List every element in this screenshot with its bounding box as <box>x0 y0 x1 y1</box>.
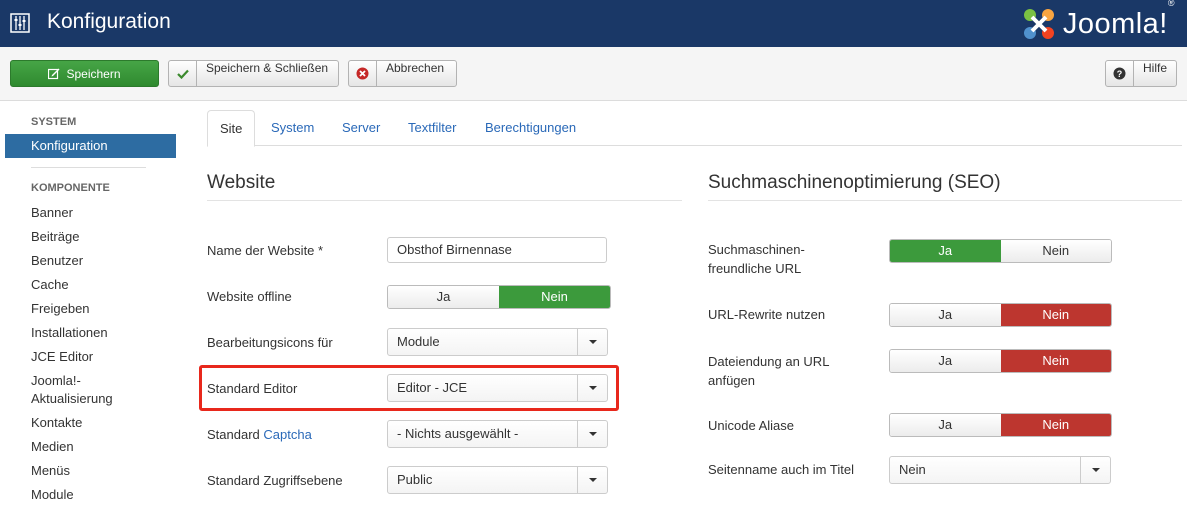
checkmark-icon <box>169 61 197 86</box>
unicode-label: Unicode Aliase <box>708 418 794 433</box>
chevron-down-icon <box>577 329 607 355</box>
sef-toggle[interactable]: Ja Nein <box>889 239 1112 263</box>
joomla-logo[interactable]: Joomla!® <box>1021 0 1175 44</box>
edit-icons-select[interactable]: Module <box>387 328 608 356</box>
sitename-select[interactable]: Nein <box>889 456 1111 484</box>
logo-registered-mark: ® <box>1167 0 1175 8</box>
sidebar-item-benutzer[interactable]: Benutzer <box>31 253 83 268</box>
suffix-label: Dateiendung an URL anfügen <box>708 352 829 390</box>
sidebar-item-banner[interactable]: Banner <box>31 205 73 220</box>
rewrite-yes-option[interactable]: Ja <box>890 304 1001 326</box>
sidebar-item-cache[interactable]: Cache <box>31 277 69 292</box>
sidebar-item-jce-editor[interactable]: JCE Editor <box>31 349 93 364</box>
sidebar-item-module[interactable]: Module <box>31 487 74 502</box>
joomla-logo-icon <box>1023 9 1054 39</box>
seo-section-title: Suchmaschinenoptimierung (SEO) <box>708 172 1001 193</box>
offline-label: Website offline <box>207 289 292 304</box>
logo-text: Joomla! <box>1062 7 1168 40</box>
toolbar: Speichern Speichern & Schließen Abbreche… <box>0 47 1187 101</box>
suffix-toggle[interactable]: Ja Nein <box>889 349 1112 373</box>
sliders-icon <box>10 13 30 33</box>
tab-server[interactable]: Server <box>342 110 380 146</box>
cancel-circle-icon <box>349 61 377 86</box>
save-close-label: Speichern & Schließen <box>206 61 329 75</box>
sidebar-divider <box>31 167 146 168</box>
captcha-link[interactable]: Captcha <box>263 427 311 442</box>
access-value: Public <box>397 472 433 487</box>
rewrite-no-option[interactable]: Nein <box>1000 304 1111 326</box>
sef-label-line1: Suchmaschinen- <box>708 242 805 257</box>
unicode-toggle[interactable]: Ja Nein <box>889 413 1112 437</box>
rewrite-label: URL-Rewrite nutzen <box>708 307 826 322</box>
sidebar-item-konfiguration[interactable]: Konfiguration <box>5 134 176 158</box>
app-header: Konfiguration Joomla!® <box>0 0 1187 47</box>
question-circle-icon: ? <box>1106 61 1134 86</box>
page-title: Konfiguration <box>47 10 171 33</box>
site-name-input[interactable]: Obsthof Birnennase <box>387 237 607 263</box>
website-section-title: Website <box>207 172 276 193</box>
website-section-divider <box>207 200 682 201</box>
captcha-select[interactable]: - Nichts ausgewählt - <box>387 420 608 448</box>
sidebar-item-freigeben[interactable]: Freigeben <box>31 301 90 316</box>
sidebar-item-menues[interactable]: Menüs <box>31 463 70 478</box>
sidebar-item-kontakte[interactable]: Kontakte <box>31 415 82 430</box>
sef-label-line2: freundliche URL <box>708 261 802 276</box>
sef-label: Suchmaschinen- freundliche URL <box>708 240 805 278</box>
seo-section-divider <box>708 200 1182 201</box>
sidebar-item-medien[interactable]: Medien <box>31 439 74 454</box>
chevron-down-icon <box>1080 457 1110 483</box>
sidebar-item-installationen[interactable]: Installationen <box>31 325 108 340</box>
tab-textfilter[interactable]: Textfilter <box>408 110 456 146</box>
site-name-label: Name der Website * <box>207 243 324 258</box>
help-button[interactable]: ? Hilfe <box>1105 60 1177 87</box>
sef-no-option[interactable]: Nein <box>1000 240 1111 262</box>
sidebar-heading-system: SYSTEM <box>31 116 77 128</box>
save-close-button[interactable]: Speichern & Schließen <box>168 60 339 87</box>
sidebar-item-beitraege[interactable]: Beiträge <box>31 229 79 244</box>
chevron-down-icon <box>577 421 607 447</box>
edit-icons-label: Bearbeitungsicons für <box>207 335 333 350</box>
tab-site[interactable]: Site <box>207 110 256 147</box>
suffix-label-line1: Dateiendung an URL <box>708 354 830 369</box>
help-label: Hilfe <box>1142 61 1167 75</box>
suffix-label-line2: anfügen <box>708 373 755 388</box>
edit-icons-value: Module <box>397 334 440 349</box>
access-label: Standard Zugriffsebene <box>207 473 343 488</box>
sidebar-item-joomla-update-line2: Aktualisierung <box>31 391 113 406</box>
suffix-no-option[interactable]: Nein <box>1000 350 1111 372</box>
captcha-label-prefix: Standard <box>207 427 260 442</box>
tab-bar: Site System Server Textfilter Berechtigu… <box>207 110 1182 147</box>
captcha-label: Standard Captcha <box>207 425 312 444</box>
save-button-label: Speichern <box>66 66 121 81</box>
offline-no-option[interactable]: Nein <box>499 286 610 308</box>
sidebar-item-joomla-update[interactable]: Joomla!- Aktualisierung <box>31 373 113 406</box>
tab-system[interactable]: System <box>271 110 314 146</box>
sidebar-heading-components: KOMPONENTE <box>31 182 110 194</box>
save-button[interactable]: Speichern <box>10 60 159 87</box>
chevron-down-icon <box>577 467 607 493</box>
edit-icon <box>48 68 60 79</box>
cancel-button[interactable]: Abbrechen <box>348 60 457 87</box>
sitename-label: Seitenname auch im Titel <box>708 462 854 477</box>
cancel-label: Abbrechen <box>386 61 445 75</box>
tab-berechtigungen[interactable]: Berechtigungen <box>485 110 576 146</box>
unicode-yes-option[interactable]: Ja <box>890 414 1001 436</box>
sef-yes-option[interactable]: Ja <box>890 240 1001 262</box>
offline-toggle[interactable]: Ja Nein <box>387 285 611 309</box>
captcha-value: - Nichts ausgewählt - <box>397 426 519 441</box>
sidebar-item-joomla-update-line1: Joomla!- <box>31 373 81 388</box>
offline-yes-option[interactable]: Ja <box>388 286 499 308</box>
sidebar: SYSTEM Konfiguration KOMPONENTE Banner B… <box>0 101 185 506</box>
svg-text:?: ? <box>1117 69 1123 79</box>
suffix-yes-option[interactable]: Ja <box>890 350 1001 372</box>
unicode-no-option[interactable]: Nein <box>1000 414 1111 436</box>
sitename-value: Nein <box>899 462 926 477</box>
rewrite-toggle[interactable]: Ja Nein <box>889 303 1112 327</box>
access-select[interactable]: Public <box>387 466 608 494</box>
highlight-box <box>199 365 619 411</box>
